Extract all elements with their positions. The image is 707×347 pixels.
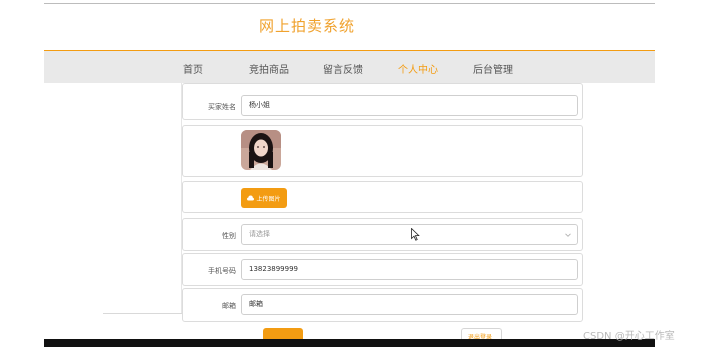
buyer-name-label: 买家姓名 xyxy=(208,103,236,111)
form-row-phone: 手机号码 13823899999 xyxy=(182,253,583,286)
form-row-email: 邮箱 邮箱 xyxy=(182,288,583,322)
csdn-watermark: CSDN @开心工作室 xyxy=(583,331,675,342)
nav-item-auction-items[interactable]: 竞拍商品 xyxy=(249,61,289,76)
form-row-upload: 上传图片 xyxy=(182,181,583,213)
form-row-gender: 性别 请选择 xyxy=(182,218,583,251)
phone-input[interactable]: 13823899999 xyxy=(241,259,578,280)
upload-image-label: 上传图片 xyxy=(256,195,281,203)
gender-label: 性别 xyxy=(222,232,236,240)
nav-item-personal-center[interactable]: 个人中心 xyxy=(398,61,438,76)
nav-item-feedback[interactable]: 留言反馈 xyxy=(323,61,363,76)
email-input[interactable]: 邮箱 xyxy=(241,294,578,315)
gender-select-placeholder: 请选择 xyxy=(249,230,270,238)
side-panel xyxy=(103,83,182,313)
gender-select[interactable]: 请选择 xyxy=(241,224,578,245)
nav-item-home[interactable]: 首页 xyxy=(183,61,203,76)
top-divider xyxy=(44,3,655,4)
nav-item-admin[interactable]: 后台管理 xyxy=(473,61,513,76)
form-row-buyer-name: 买家姓名 杨小姐 xyxy=(182,83,583,120)
phone-label: 手机号码 xyxy=(208,267,236,275)
bottom-bar xyxy=(44,339,655,347)
main-nav: 首页 竞拍商品 留言反馈 个人中心 后台管理 xyxy=(44,50,655,83)
mouse-pointer-icon xyxy=(411,228,420,241)
upload-cloud-icon xyxy=(247,195,255,201)
side-panel-divider xyxy=(103,313,183,314)
avatar-image xyxy=(241,130,281,170)
email-label: 邮箱 xyxy=(222,302,236,310)
chevron-down-icon xyxy=(565,233,571,237)
site-title: 网上拍卖系统 xyxy=(259,17,356,35)
buyer-name-input[interactable]: 杨小姐 xyxy=(241,95,578,116)
upload-image-button[interactable]: 上传图片 xyxy=(241,188,287,208)
form-row-avatar xyxy=(182,125,583,177)
